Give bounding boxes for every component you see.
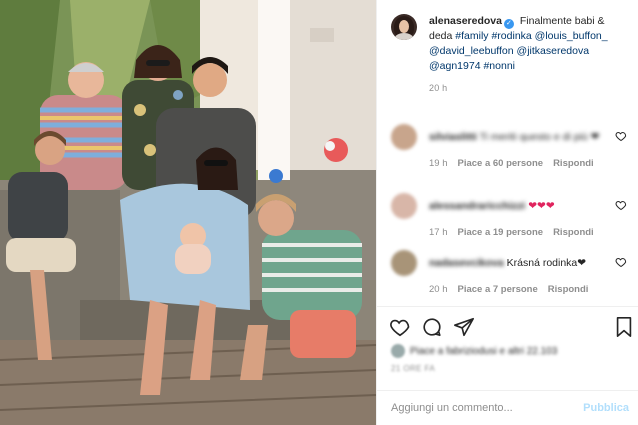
post-action-bar [389,316,635,340]
comment-time: 17 h [429,227,448,238]
comment-likes[interactable]: Piace a 19 persone [458,227,544,238]
caption-link[interactable]: @louis_buffon_ [535,30,608,42]
comment-username[interactable]: silviaslitti [429,131,477,143]
comment-heart-icon[interactable] [615,199,627,211]
comment-text: Ti meriti questo e di più ❤ [479,130,600,143]
comment-input[interactable]: Aggiungi un commento... [391,402,583,414]
comment-likes[interactable]: Piace a 60 persone [458,158,544,169]
likes-summary[interactable]: Piace a fabriziodusi e altri 22.103 [391,344,557,358]
comment-text: Krásná rodinka❤ [506,256,587,269]
family-photo-image [0,0,376,425]
heart-icon[interactable] [389,316,411,338]
commenter-avatar[interactable] [391,124,417,150]
liker-avatar [391,344,405,358]
comment-time: 20 h [429,284,448,295]
comment-username[interactable]: alessandraricchizzi [429,200,525,212]
caption-timestamp: 20 h [429,83,448,93]
post-caption: alenaseredova ✓ Finalmente babi & deda #f… [377,14,638,96]
share-icon[interactable] [453,316,475,338]
comment-likes[interactable]: Piace a 7 persone [458,284,538,295]
post-side-panel: alenaseredova ✓ Finalmente babi & deda #f… [376,0,638,425]
caption-link[interactable]: @jitkaseredova [517,45,590,57]
reply-button[interactable]: Rispondi [553,227,594,238]
likes-text: Piace a fabriziodusi e altri 22.103 [410,345,558,357]
publish-button[interactable]: Pubblica [583,402,629,414]
caption-link[interactable]: @david_leebuffon [429,45,514,57]
actions-divider [377,306,638,307]
comment-item: nadasevcikova Krásná rodinka❤ 20 h Piace… [391,250,629,295]
reply-button[interactable]: Rispondi [548,284,589,295]
caption-link[interactable]: #rodinka [491,30,531,42]
caption-link[interactable]: @agn1974 [429,60,481,72]
verified-badge-icon: ✓ [503,19,514,29]
commenter-avatar[interactable] [391,193,417,219]
reply-button[interactable]: Rispondi [553,158,594,169]
caption-link[interactable]: #nonni [483,60,515,72]
comment-text: ❤❤❤ [528,199,555,212]
comment-item: alessandraricchizzi ❤❤❤ 17 h Piace a 19 … [391,193,629,238]
comment-heart-icon[interactable] [615,256,627,268]
post-photo[interactable] [0,0,376,425]
post-date: 21 ORE FA [391,364,436,373]
comment-username[interactable]: nadasevcikova [429,257,504,269]
add-comment-bar: Aggiungi un commento... Pubblica [377,390,638,425]
commenter-avatar[interactable] [391,250,417,276]
caption-link[interactable]: #family [455,30,488,42]
bookmark-icon[interactable] [613,316,635,338]
comment-item: silviaslitti Ti meriti questo e di più ❤… [391,124,629,169]
comment-heart-icon[interactable] [615,130,627,142]
comment-icon[interactable] [421,316,443,338]
author-username[interactable]: alenaseredova [429,15,502,27]
author-avatar[interactable] [391,14,417,40]
comment-time: 19 h [429,158,448,169]
